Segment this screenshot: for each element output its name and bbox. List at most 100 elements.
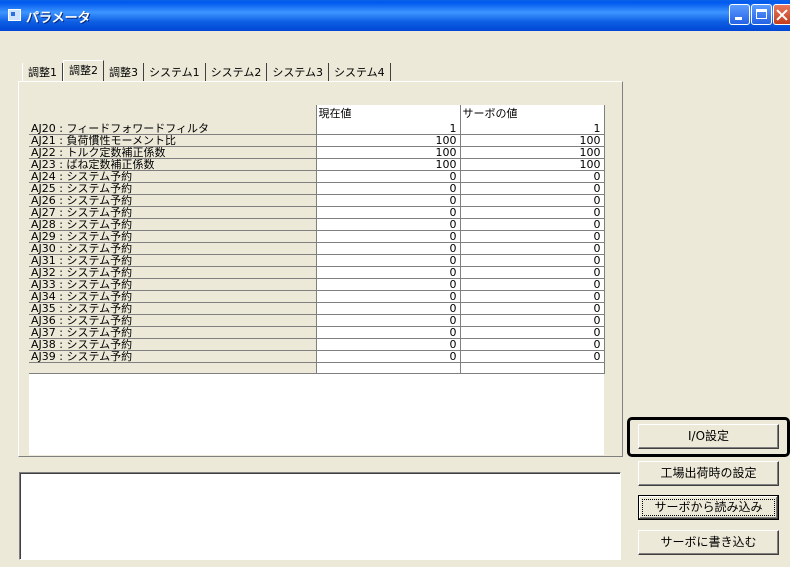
table-row: AJ36 : システム予約 0 0 [29,314,605,327]
current-value-cell[interactable]: 1 [316,123,461,135]
current-value-cell[interactable]: 100 [316,134,461,147]
servo-value-cell[interactable]: 0 [460,266,605,279]
servo-value-cell[interactable]: 0 [460,170,605,183]
window-title: パラメータ [26,11,91,26]
parameter-name: AJ32 : システム予約 [29,266,317,279]
table-row: AJ34 : システム予約 0 0 [29,290,605,303]
table-row: AJ37 : システム予約 0 0 [29,326,605,339]
servo-value-cell[interactable]: 0 [460,218,605,231]
current-value-cell[interactable]: 0 [316,290,461,303]
table-row: AJ23 : ばね定数補正係数 100 100 [29,158,605,171]
current-value-cell[interactable]: 0 [316,170,461,183]
current-value-cell[interactable]: 0 [316,278,461,291]
servo-value-cell[interactable]: 0 [460,314,605,327]
parameter-name: AJ26 : システム予約 [29,194,317,207]
table-row: AJ38 : システム予約 0 0 [29,338,605,351]
current-value-cell[interactable]: 0 [316,350,461,363]
servo-value-cell[interactable]: 0 [460,206,605,219]
table-row: AJ39 : システム予約 0 0 [29,350,605,363]
tab-system4[interactable]: システム4 [329,63,391,82]
factory-settings-button[interactable]: 工場出荷時の設定 [638,461,779,486]
table-row: AJ24 : システム予約 0 0 [29,170,605,183]
servo-value-cell[interactable]: 100 [460,158,605,171]
parameter-name: AJ24 : システム予約 [29,170,317,183]
table-row: AJ28 : システム予約 0 0 [29,218,605,231]
servo-value-cell[interactable]: 1 [460,123,605,135]
current-value-cell[interactable]: 0 [316,194,461,207]
write-to-servo-button[interactable]: サーボに書き込む [638,530,779,555]
table-row: AJ32 : システム予約 0 0 [29,266,605,279]
tab-system3[interactable]: システム3 [267,63,330,82]
parameter-name: AJ22 : トルク定数補正係数 [29,146,317,159]
close-button[interactable] [773,4,790,25]
table-row: AJ33 : システム予約 0 0 [29,278,605,291]
parameter-name: AJ39 : システム予約 [29,350,317,363]
parameter-name: AJ21 : 負荷慣性モーメント比 [29,134,317,147]
tab-system2[interactable]: システム2 [206,63,268,82]
empty-cell [460,362,605,374]
table-row: AJ30 : システム予約 0 0 [29,242,605,255]
table-row: AJ35 : システム予約 0 0 [29,302,605,315]
current-value-cell[interactable]: 0 [316,314,461,327]
empty-cell [29,362,317,374]
parameter-name: AJ38 : システム予約 [29,338,317,351]
current-value-cell[interactable]: 0 [316,182,461,195]
tab-tuning2[interactable]: 調整2 [63,60,104,82]
servo-value-cell[interactable]: 0 [460,182,605,195]
parameter-name: AJ33 : システム予約 [29,278,317,291]
current-value-cell[interactable]: 0 [316,206,461,219]
message-log[interactable] [19,472,621,560]
parameter-name: AJ29 : システム予約 [29,230,317,243]
tab-tuning1[interactable]: 調整1 [22,63,63,82]
current-value-cell[interactable]: 100 [316,158,461,171]
current-value-cell[interactable]: 0 [316,326,461,339]
title-bar: パラメータ [0,0,790,31]
current-value-cell[interactable]: 0 [316,218,461,231]
grid-header-current-value: 現在値 [315,105,461,123]
table-row: AJ27 : システム予約 0 0 [29,206,605,219]
servo-value-cell[interactable]: 0 [460,326,605,339]
parameter-name: AJ20 : フィードフォワードフィルタ [29,123,317,135]
parameter-name: AJ27 : システム予約 [29,206,317,219]
current-value-cell[interactable]: 100 [316,146,461,159]
servo-value-cell[interactable]: 0 [460,194,605,207]
parameter-name: AJ28 : システム予約 [29,218,317,231]
servo-value-cell[interactable]: 0 [460,278,605,291]
table-row-empty [29,362,605,374]
table-row: AJ25 : システム予約 0 0 [29,182,605,195]
current-value-cell[interactable]: 0 [316,338,461,351]
parameter-name: AJ23 : ばね定数補正係数 [29,158,317,171]
current-value-cell[interactable]: 0 [316,254,461,267]
parameter-name: AJ35 : システム予約 [29,302,317,315]
servo-value-cell[interactable]: 0 [460,350,605,363]
servo-value-cell[interactable]: 0 [460,242,605,255]
parameter-grid[interactable]: 現在値 サーボの値 AJ20 : フィードフォワードフィルタ 1 1 AJ21 : 負… [29,105,605,455]
servo-value-cell[interactable]: 0 [460,254,605,267]
servo-value-cell[interactable]: 0 [460,338,605,351]
parameter-name: AJ31 : システム予約 [29,254,317,267]
empty-cell [316,362,461,374]
parameter-name: AJ36 : システム予約 [29,314,317,327]
parameter-name: AJ30 : システム予約 [29,242,317,255]
tab-strip: 調整1 調整2 調整3 システム1 システム2 システム3 システム4 [22,60,391,82]
maximize-button[interactable] [751,4,772,25]
current-value-cell[interactable]: 0 [316,266,461,279]
tab-tuning3[interactable]: 調整3 [104,63,144,82]
current-value-cell[interactable]: 0 [316,230,461,243]
io-settings-button[interactable]: I/O設定 [638,424,779,449]
grid-header-servo-value: サーボの値 [459,105,605,123]
servo-value-cell[interactable]: 0 [460,302,605,315]
servo-value-cell[interactable]: 100 [460,146,605,159]
minimize-button[interactable] [729,4,750,25]
current-value-cell[interactable]: 0 [316,302,461,315]
table-row: AJ31 : システム予約 0 0 [29,254,605,267]
parameter-name: AJ25 : システム予約 [29,182,317,195]
read-from-servo-button[interactable]: サーボから読み込み [638,495,779,520]
servo-value-cell[interactable]: 100 [460,134,605,147]
servo-value-cell[interactable]: 0 [460,230,605,243]
servo-value-cell[interactable]: 0 [460,290,605,303]
current-value-cell[interactable]: 0 [316,242,461,255]
grid-header-name [29,105,317,123]
table-row: AJ22 : トルク定数補正係数 100 100 [29,146,605,159]
tab-system1[interactable]: システム1 [144,63,206,82]
